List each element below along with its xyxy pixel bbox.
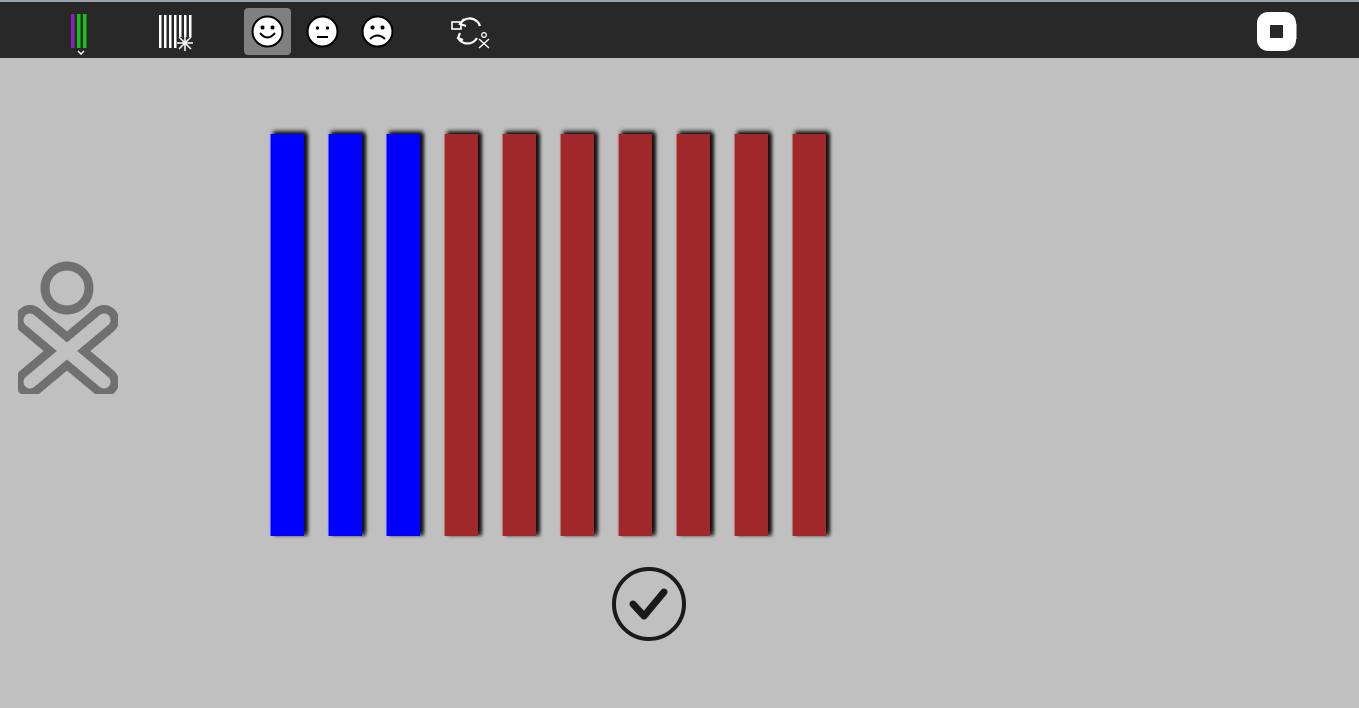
stop-icon [1257, 12, 1297, 51]
bars-area [268, 128, 838, 542]
random-bars-button[interactable] [152, 8, 199, 55]
checkmark-icon [612, 567, 686, 641]
toolbar [0, 0, 1359, 58]
bar-red[interactable] [444, 134, 478, 536]
bar-blue[interactable] [270, 134, 304, 536]
bar-red[interactable] [734, 134, 768, 536]
bar-red[interactable] [676, 134, 710, 536]
xo-person-icon [18, 261, 118, 394]
bar-red[interactable] [560, 134, 594, 536]
share-refresh-icon [451, 17, 490, 49]
smiley-happy-icon [251, 15, 284, 48]
smiley-neutral-icon [306, 15, 339, 48]
bar-colors-palette-button[interactable] [59, 8, 106, 55]
bar-red[interactable] [618, 134, 652, 536]
smiley-happy-button[interactable] [244, 8, 291, 55]
workspace [0, 58, 1359, 708]
bar-blue[interactable] [386, 134, 420, 536]
smiley-sad-icon [361, 15, 394, 48]
smiley-neutral-button[interactable] [299, 8, 346, 55]
check-answer-button[interactable] [611, 566, 687, 642]
bar-blue[interactable] [328, 134, 362, 536]
bar-red[interactable] [502, 134, 536, 536]
random-bars-icon [159, 15, 193, 51]
smiley-sad-button[interactable] [354, 8, 401, 55]
bar-red[interactable] [792, 134, 826, 536]
stop-button[interactable] [1253, 8, 1300, 55]
bar-colors-palette-icon [71, 14, 87, 55]
share-refresh-button[interactable] [446, 8, 493, 55]
